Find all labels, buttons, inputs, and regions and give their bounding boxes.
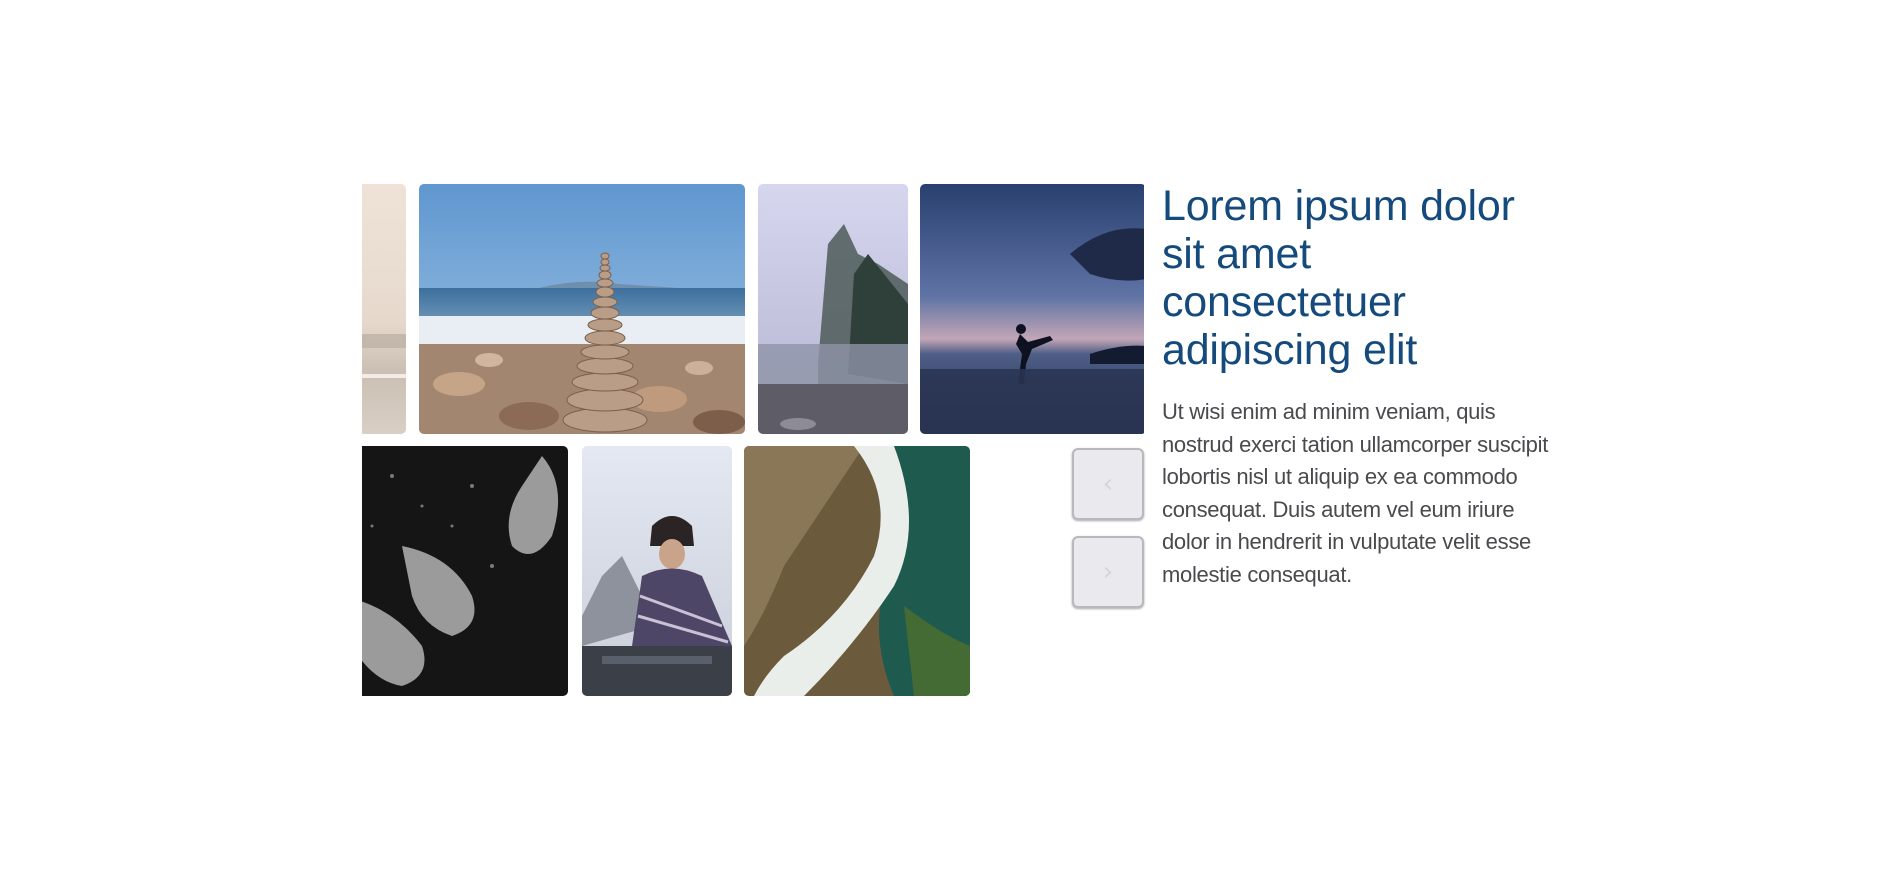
gallery-photo-blanket-woman[interactable] <box>582 446 732 696</box>
chevron-left-icon: ‹ <box>1102 469 1114 499</box>
chevron-right-icon: › <box>1102 557 1114 587</box>
photo-gallery <box>362 184 1144 698</box>
gallery-photo-misty-coast[interactable] <box>758 184 908 434</box>
gallery-photo-misty-beach[interactable] <box>362 184 406 434</box>
gallery-photo-seals[interactable] <box>362 446 568 696</box>
next-button[interactable]: › <box>1072 536 1144 608</box>
gallery-photo-ocean-waves[interactable] <box>744 446 970 696</box>
body-paragraph: Ut wisi enim ad minim veniam, quis nostr… <box>1162 399 1549 587</box>
page-title: Lorem ipsum dolor sit amet consectetuer … <box>1162 182 1515 374</box>
gallery-photo-stone-stack[interactable] <box>419 184 745 434</box>
content-block: Lorem ipsum dolor sit amet consectetuer … <box>1162 182 1552 591</box>
previous-button[interactable]: ‹ <box>1072 448 1144 520</box>
gallery-photo-dusk-kick[interactable] <box>920 184 1144 434</box>
page: ‹ › Lorem ipsum dolor sit amet consectet… <box>0 0 1898 888</box>
